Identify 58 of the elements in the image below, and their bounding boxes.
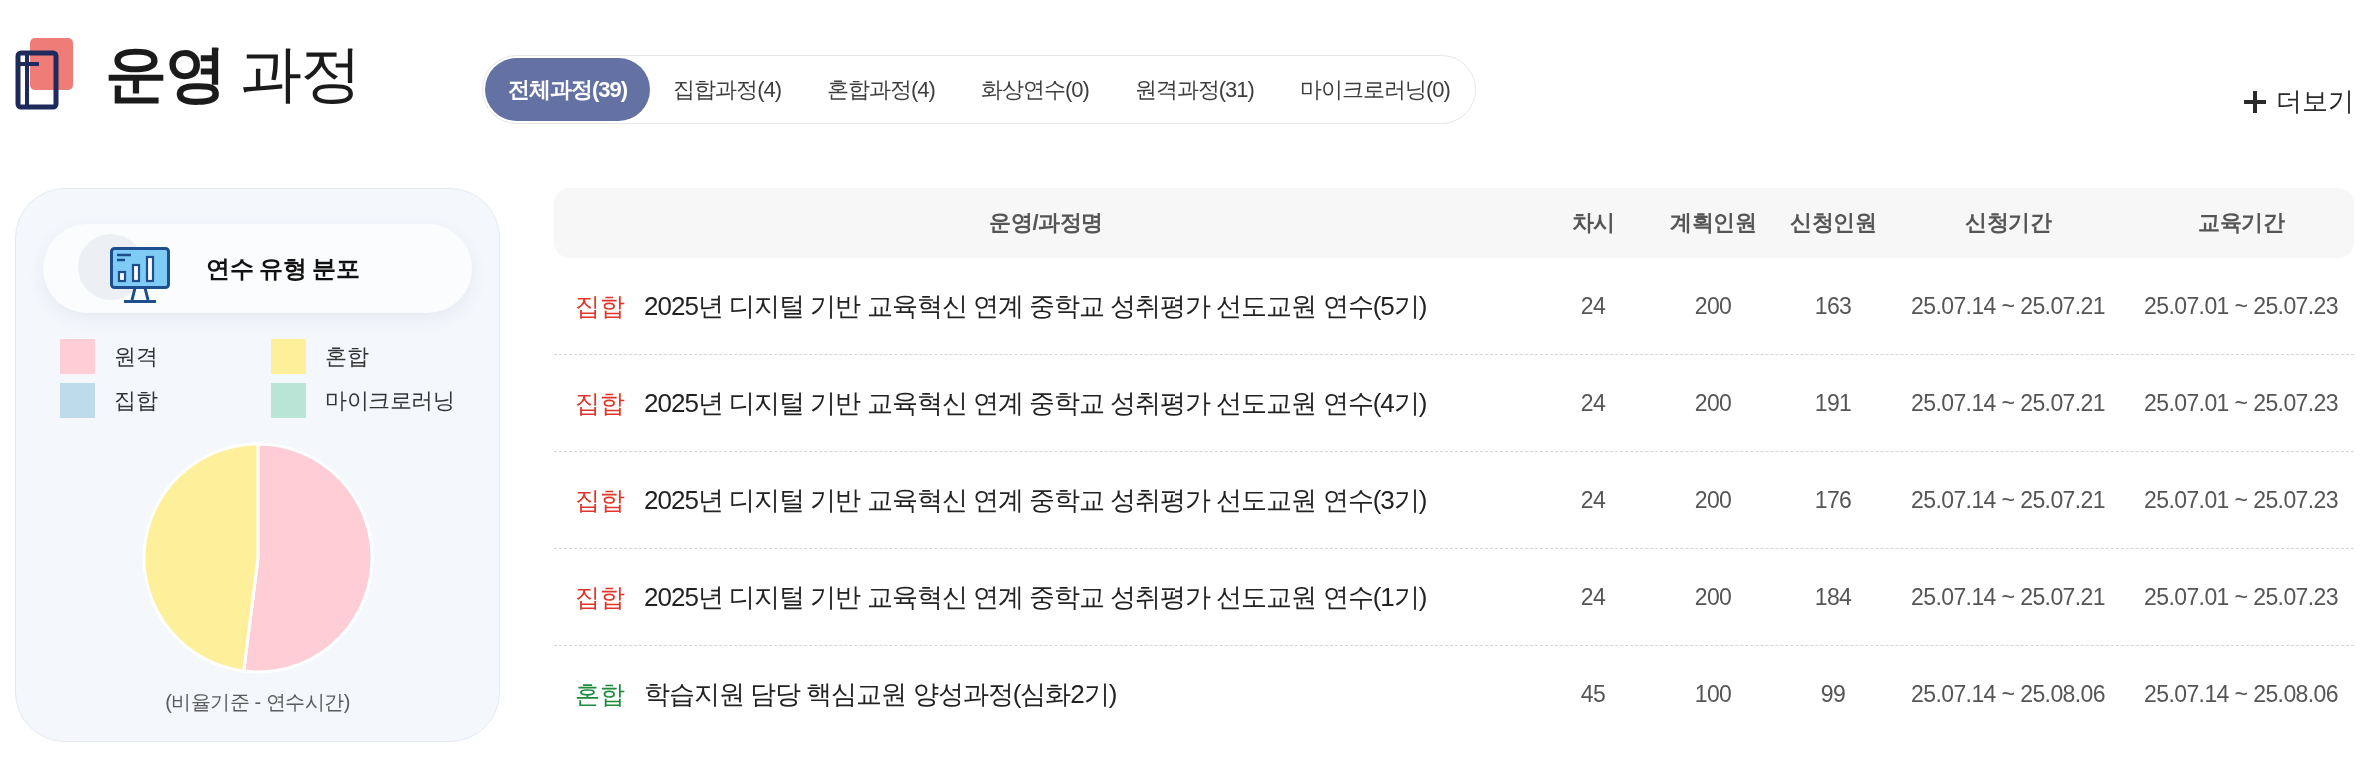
- table-cell: 25.07.14 ~ 25.08.06: [2144, 681, 2338, 708]
- table-cell: 25.07.01 ~ 25.07.23: [2144, 583, 2338, 611]
- table-cell: 25.07.01 ~ 25.07.23: [2144, 486, 2338, 514]
- column-header: 계획인원: [1670, 209, 1756, 237]
- more-link[interactable]: 더보기: [2244, 84, 2354, 119]
- table-cell: 100: [1694, 681, 1732, 708]
- monitor-chart-icon: [78, 232, 170, 305]
- filter-tab[interactable]: 집합과정(4): [650, 58, 804, 121]
- panel-title: 연수 유형 분포: [206, 253, 360, 284]
- plus-icon: [2244, 90, 2266, 113]
- table-cell: 25.07.14 ~ 25.07.21: [1911, 389, 2105, 417]
- legend-label: 집합: [114, 386, 157, 415]
- table-cell: 25.07.14 ~ 25.08.06: [1911, 681, 2105, 708]
- filter-tab[interactable]: 화상연수(0): [957, 58, 1112, 121]
- table-cell: 200: [1694, 486, 1732, 514]
- course-type-label: 집합: [575, 387, 624, 419]
- table-cell: 25.07.01 ~ 25.07.23: [2144, 389, 2338, 417]
- course-type-label: 집합: [575, 581, 624, 613]
- filter-tab[interactable]: 마이크로러닝(0): [1276, 58, 1473, 121]
- legend-label: 혼합: [325, 342, 368, 371]
- table-cell: 25.07.14 ~ 25.07.21: [1911, 292, 2105, 320]
- legend-label: 마이크로러닝: [325, 386, 454, 415]
- course-type-label: 집합: [575, 484, 624, 516]
- page-title: 운영 과정: [105, 39, 361, 109]
- table-cell: 25.07.14 ~ 25.07.21: [1911, 583, 2105, 611]
- course-title-link[interactable]: 학습지원 담당 핵심교원 양성과정(심화2기): [644, 677, 1117, 712]
- column-header: 차시: [1571, 209, 1615, 237]
- chart-caption: (비율기준 - 연수시간): [165, 690, 350, 715]
- column-header: 신청인원: [1790, 209, 1876, 237]
- column-header: 교육기간: [2198, 209, 2284, 237]
- table-cell: 25.07.14 ~ 25.07.21: [1911, 486, 2105, 514]
- course-title-link[interactable]: 2025년 디지털 기반 교육혁신 연계 중학교 성취평가 선도교원 연수(3기): [644, 482, 1427, 518]
- table-cell: 99: [1820, 681, 1846, 708]
- filter-tab[interactable]: 원격과정(31): [1111, 58, 1277, 121]
- table-cell: 163: [1814, 292, 1852, 320]
- table-cell: 45: [1580, 681, 1606, 708]
- table-cell: 25.07.01 ~ 25.07.23: [2144, 292, 2338, 320]
- table-cell: 176: [1814, 486, 1852, 514]
- column-header: 신청기간: [1965, 209, 2051, 237]
- table-cell: 200: [1694, 389, 1732, 417]
- table-cell: 184: [1814, 583, 1852, 611]
- course-title-link[interactable]: 2025년 디지털 기반 교육혁신 연계 중학교 성취평가 선도교원 연수(5기): [644, 288, 1427, 324]
- table-cell: 200: [1694, 583, 1732, 611]
- course-title-link[interactable]: 2025년 디지털 기반 교육혁신 연계 중학교 성취평가 선도교원 연수(4기): [644, 385, 1427, 421]
- course-type-label: 혼합: [575, 679, 624, 710]
- book-icon: [15, 38, 73, 110]
- table-cell: 24: [1580, 583, 1606, 611]
- table-cell: 200: [1694, 292, 1732, 320]
- filter-tab[interactable]: 전체과정(39): [485, 58, 651, 121]
- course-type-label: 집합: [575, 290, 624, 322]
- table-cell: 24: [1580, 486, 1606, 514]
- table-cell: 24: [1580, 292, 1606, 320]
- legend-label: 원격: [114, 342, 157, 371]
- table-cell: 24: [1580, 389, 1606, 417]
- course-title-link[interactable]: 2025년 디지털 기반 교육혁신 연계 중학교 성취평가 선도교원 연수(1기): [644, 579, 1427, 615]
- column-header: 운영/과정명: [989, 209, 1103, 237]
- filter-tab[interactable]: 혼합과정(4): [804, 58, 958, 121]
- table-cell: 191: [1814, 389, 1852, 417]
